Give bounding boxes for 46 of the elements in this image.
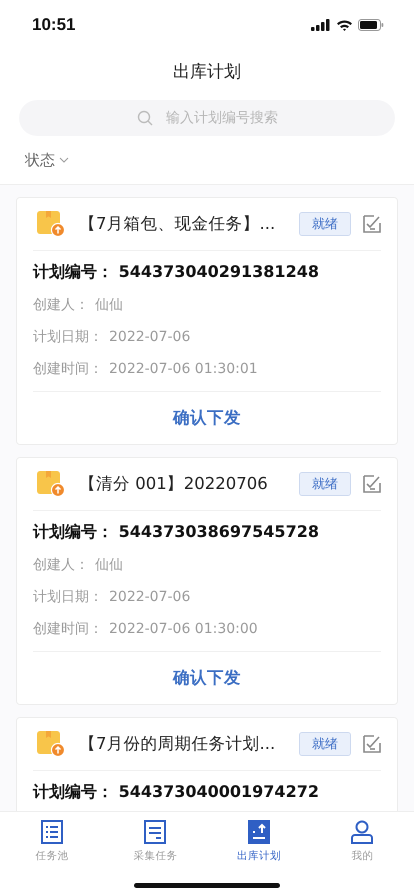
status-tag: 就绪: [299, 212, 351, 236]
signal-icon: [311, 19, 331, 31]
detail-label: 创建人：: [33, 296, 89, 314]
search-icon: [137, 110, 153, 126]
detail-value: 2022-07-06: [109, 329, 190, 345]
confirm-button[interactable]: 确认下发: [167, 406, 247, 430]
detail-value: 仙仙: [95, 556, 123, 574]
upload-document-icon: [248, 820, 270, 844]
detail-value: 2022-07-06 01:30:01: [109, 361, 258, 377]
edit-icon[interactable]: [363, 475, 381, 493]
detail-label: 创建时间：: [33, 360, 103, 378]
package-upload-icon: [37, 471, 65, 497]
tab-item[interactable]: 采集任务: [104, 812, 207, 864]
document-icon: [144, 820, 166, 844]
plan-number: 计划编号： 544373040291381248: [33, 262, 319, 282]
chevron-down-icon: [59, 157, 69, 163]
confirm-button[interactable]: 确认下发: [167, 666, 247, 690]
plan-number: 计划编号： 544373040001974272: [33, 782, 319, 802]
list-icon: [40, 820, 63, 844]
tab-item[interactable]: 出库计划: [207, 812, 310, 864]
detail-value: 仙仙: [95, 296, 123, 314]
detail-label: 计划日期：: [33, 588, 103, 606]
tab-item[interactable]: 我的: [310, 812, 414, 864]
detail-value: 2022-07-06 01:30:00: [109, 621, 258, 637]
person-icon: [350, 820, 374, 844]
package-upload-icon: [37, 731, 65, 757]
detail-value: 2022-07-06: [109, 589, 190, 605]
detail-label: 创建人：: [33, 556, 89, 574]
battery-icon: [358, 19, 384, 31]
status-time: 10:51: [32, 15, 76, 35]
plan-title: 【清分 001】20220706: [79, 473, 269, 495]
edit-icon[interactable]: [363, 735, 381, 753]
wifi-icon: [336, 19, 353, 31]
search-field[interactable]: 输入计划编号搜索: [19, 100, 395, 136]
plan-number: 计划编号： 544373038697545728: [33, 522, 319, 542]
detail-label: 创建时间：: [33, 620, 103, 638]
status-filter[interactable]: 状态: [25, 150, 69, 170]
tab-item[interactable]: 任务池: [0, 812, 104, 864]
plan-title: 【7月箱包、现金任务】...: [79, 213, 276, 235]
plan-title: 【7月份的周期任务计划...: [79, 733, 276, 755]
status-tag: 就绪: [299, 732, 351, 756]
page-title: 出库计划: [173, 60, 241, 82]
edit-icon[interactable]: [363, 215, 381, 233]
status-tag: 就绪: [299, 472, 351, 496]
detail-label: 计划日期：: [33, 328, 103, 346]
package-upload-icon: [37, 211, 65, 237]
